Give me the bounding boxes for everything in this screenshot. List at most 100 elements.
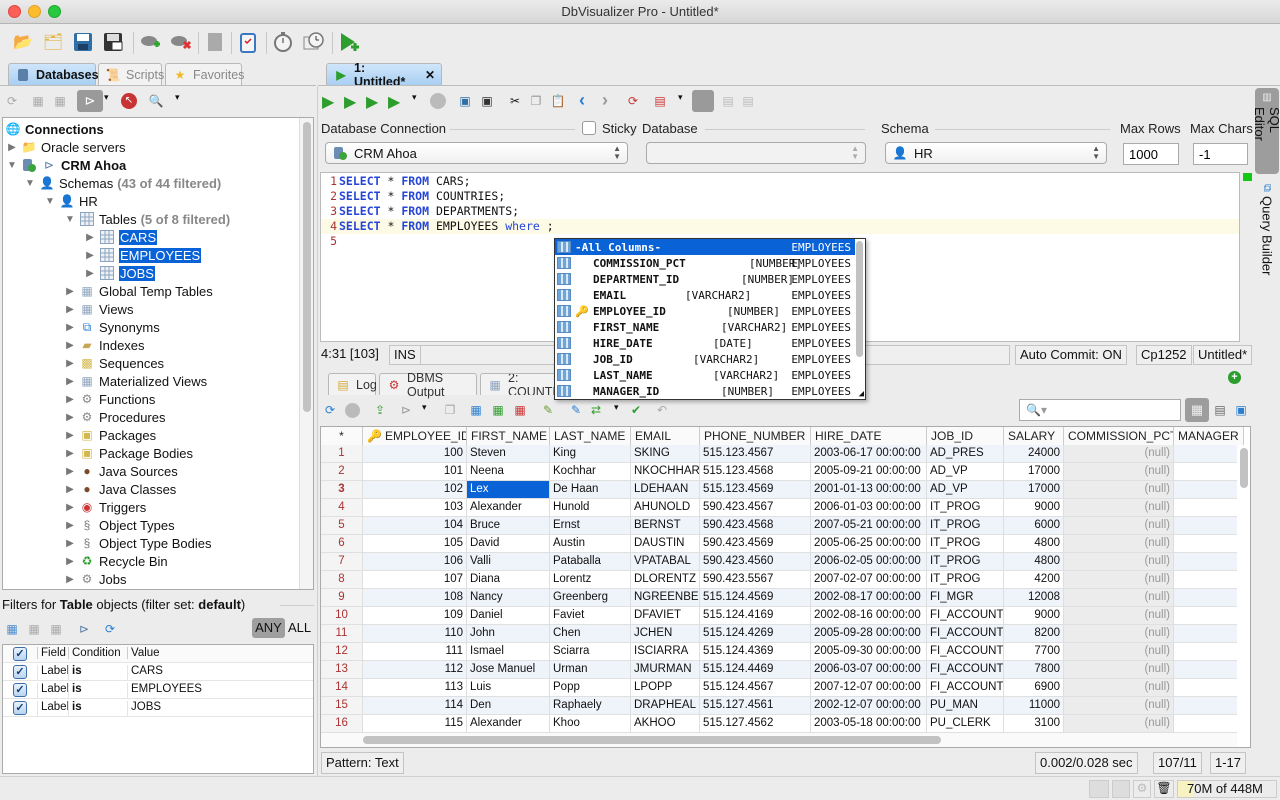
tree-node-hr[interactable]: ▼ 👤 HR <box>45 192 98 210</box>
cell-last-name[interactable]: Faviet <box>550 607 631 624</box>
filter-enabled-checkbox[interactable]: ✓ <box>13 683 27 697</box>
max-chars-input[interactable] <box>1193 143 1248 165</box>
cell-job-id[interactable]: IT_PROG <box>927 553 1004 570</box>
cell-job-id[interactable]: FI_ACCOUNT <box>927 625 1004 642</box>
tree-node-table-employees[interactable]: ▶ EMPLOYEES <box>85 246 202 264</box>
cell-email[interactable]: DFAVIET <box>631 607 700 624</box>
cell-first-name[interactable]: Diana <box>467 571 550 588</box>
expand-icon[interactable]: ▶ <box>7 142 17 153</box>
cell-employee-id[interactable]: 115 <box>363 715 467 732</box>
copy-rows-icon[interactable]: ❐ <box>442 402 458 418</box>
tree-node-java-sources[interactable]: ▶ ● Java Sources <box>65 462 178 480</box>
table-row[interactable]: 4 103 Alexander Hunold AHUNOLD 590.423.4567 20… <box>321 499 1244 517</box>
tree-node-schemas[interactable]: ▼ 👤 Schemas (43 of 44 filtered) <box>25 174 221 192</box>
edit-cell-icon[interactable]: ✎ <box>568 402 584 418</box>
cell-manager[interactable] <box>1174 463 1244 480</box>
cell-employee-id[interactable]: 110 <box>363 625 467 642</box>
cell-email[interactable]: BERNST <box>631 517 700 534</box>
cell-phone-number[interactable]: 590.423.4567 <box>700 499 811 516</box>
tree-node-table-cars[interactable]: ▶ CARS <box>85 228 158 246</box>
cell-phone-number[interactable]: 515.124.4569 <box>700 589 811 606</box>
execute-buffer-icon[interactable]: ▶ <box>366 92 378 112</box>
copy-filter-icon[interactable]: ▦ <box>26 621 42 637</box>
delete-row-icon[interactable]: ▦ <box>512 402 528 418</box>
cell-last-name[interactable]: Sciarra <box>550 643 631 660</box>
column-header-condition[interactable]: Condition <box>68 647 121 659</box>
cell-employee-id[interactable]: 103 <box>363 499 467 516</box>
cell-manager[interactable] <box>1174 643 1244 660</box>
table-row[interactable]: 5 104 Bruce Ernst BERNST 590.423.4568 2007-05-… <box>321 517 1244 535</box>
cell-employee-id[interactable]: 109 <box>363 607 467 624</box>
toggle-results-icon[interactable] <box>692 90 714 112</box>
cell-last-name[interactable]: Kochhar <box>550 463 631 480</box>
tree-scrollbar[interactable] <box>299 118 313 589</box>
tree-node-indexes[interactable]: ▶ ▰ Indexes <box>65 336 144 354</box>
next-icon[interactable]: › <box>602 90 608 111</box>
cell-job-id[interactable]: IT_PROG <box>927 517 1004 534</box>
cell-hire-date[interactable]: 2005-09-30 00:00:00 <box>811 643 927 660</box>
cell-employee-id[interactable]: 102 <box>363 481 467 498</box>
column-header-job-id[interactable]: JOB_ID <box>927 427 1004 445</box>
autocomplete-item[interactable]: MANAGER_ID [NUMBER] EMPLOYEES <box>555 383 855 399</box>
cell-first-name[interactable]: Lex <box>467 481 550 498</box>
filter-results-icon[interactable]: ⊳ <box>398 402 414 418</box>
table-row[interactable]: 12 111 Ismael Sciarra ISCIARRA 515.124.4369 20… <box>321 643 1244 661</box>
cell-email[interactable]: LDEHAAN <box>631 481 700 498</box>
cell-job-id[interactable]: IT_PROG <box>927 499 1004 516</box>
autocomplete-item[interactable]: EMAIL [VARCHAR2] EMPLOYEES <box>555 287 855 303</box>
db-connection-select[interactable]: CRM Ahoa ▲ ▼ <box>325 142 628 164</box>
edit-form-icon[interactable]: ✎ <box>540 402 556 418</box>
cell-employee-id[interactable]: 106 <box>363 553 467 570</box>
cell-manager[interactable] <box>1174 481 1244 498</box>
cell-employee-id[interactable]: 112 <box>363 661 467 678</box>
any-toggle[interactable]: ANY <box>252 618 285 638</box>
cell-job-id[interactable]: PU_MAN <box>927 697 1004 714</box>
filter-toggle-icon[interactable]: ⊳ <box>77 90 103 112</box>
cell-phone-number[interactable]: 515.124.4567 <box>700 679 811 696</box>
filter-field[interactable]: Label <box>37 683 69 699</box>
tab-log[interactable]: ▤ Log <box>328 373 377 395</box>
cell-phone-number[interactable]: 515.123.4567 <box>700 445 811 462</box>
expand-icon[interactable]: ▶ <box>65 502 75 513</box>
cell-last-name[interactable]: Raphaely <box>550 697 631 714</box>
column-header-phone-number[interactable]: PHONE_NUMBER <box>700 427 811 445</box>
garbage-collect-icon[interactable]: 🗑 <box>1154 780 1174 798</box>
cell-phone-number[interactable]: 515.124.4369 <box>700 643 811 660</box>
cell-job-id[interactable]: FI_ACCOUNT <box>927 607 1004 624</box>
table-row[interactable]: 1 100 Steven King SKING 515.123.4567 2003-06-1… <box>321 445 1244 463</box>
grid-vscrollbar-thumb[interactable] <box>1240 448 1248 488</box>
filter-results-dropdown-icon[interactable]: ▾ <box>422 402 427 413</box>
expand-icon[interactable]: ▶ <box>65 358 75 369</box>
table-row[interactable]: 7 106 Valli Pataballa VPATABAL 590.423.4560 20… <box>321 553 1244 571</box>
nav-left-icon[interactable]: ▤ <box>720 93 736 109</box>
cell-last-name[interactable]: Khoo <box>550 715 631 732</box>
tree-node-materialized-views[interactable]: ▶ ▦ Materialized Views <box>65 372 207 390</box>
cell-manager[interactable] <box>1174 625 1244 642</box>
cell-email[interactable]: DAUSTIN <box>631 535 700 552</box>
close-tab-icon[interactable]: ✕ <box>425 68 435 82</box>
tree-node-java-classes[interactable]: ▶ ● Java Classes <box>65 480 176 498</box>
cell-manager[interactable] <box>1174 499 1244 516</box>
nav-right-icon[interactable]: ▤ <box>740 93 756 109</box>
cell-last-name[interactable]: Austin <box>550 535 631 552</box>
stopwatch-icon[interactable] <box>270 29 296 55</box>
cell-employee-id[interactable]: 104 <box>363 517 467 534</box>
cell-first-name[interactable]: Steven <box>467 445 550 462</box>
cell-salary[interactable]: 11000 <box>1004 697 1064 714</box>
cell-first-name[interactable]: Nancy <box>467 589 550 606</box>
table-row[interactable]: 6 105 David Austin DAUSTIN 590.423.4569 2005-0… <box>321 535 1244 553</box>
pattern-status[interactable]: Pattern: Text <box>321 752 404 774</box>
cell-email[interactable]: LPOPP <box>631 679 700 696</box>
cell-last-name[interactable]: Lorentz <box>550 571 631 588</box>
cell-first-name[interactable]: Luis <box>467 679 550 696</box>
tree-node-recycle-bin[interactable]: ▶ ♻ Recycle Bin <box>65 552 168 570</box>
grid-hscrollbar[interactable] <box>321 733 1237 747</box>
filter-value[interactable]: CARS <box>127 665 163 681</box>
cell-last-name[interactable]: De Haan <box>550 481 631 498</box>
expand-icon[interactable]: ▶ <box>65 412 75 423</box>
open-folder-settings-icon[interactable]: 🗂 <box>40 29 66 55</box>
cell-phone-number[interactable]: 515.123.4569 <box>700 481 811 498</box>
expand-icon[interactable]: ▶ <box>65 574 75 585</box>
cell-manager[interactable] <box>1174 571 1244 588</box>
collapse-icon[interactable]: ▼ <box>65 214 75 225</box>
